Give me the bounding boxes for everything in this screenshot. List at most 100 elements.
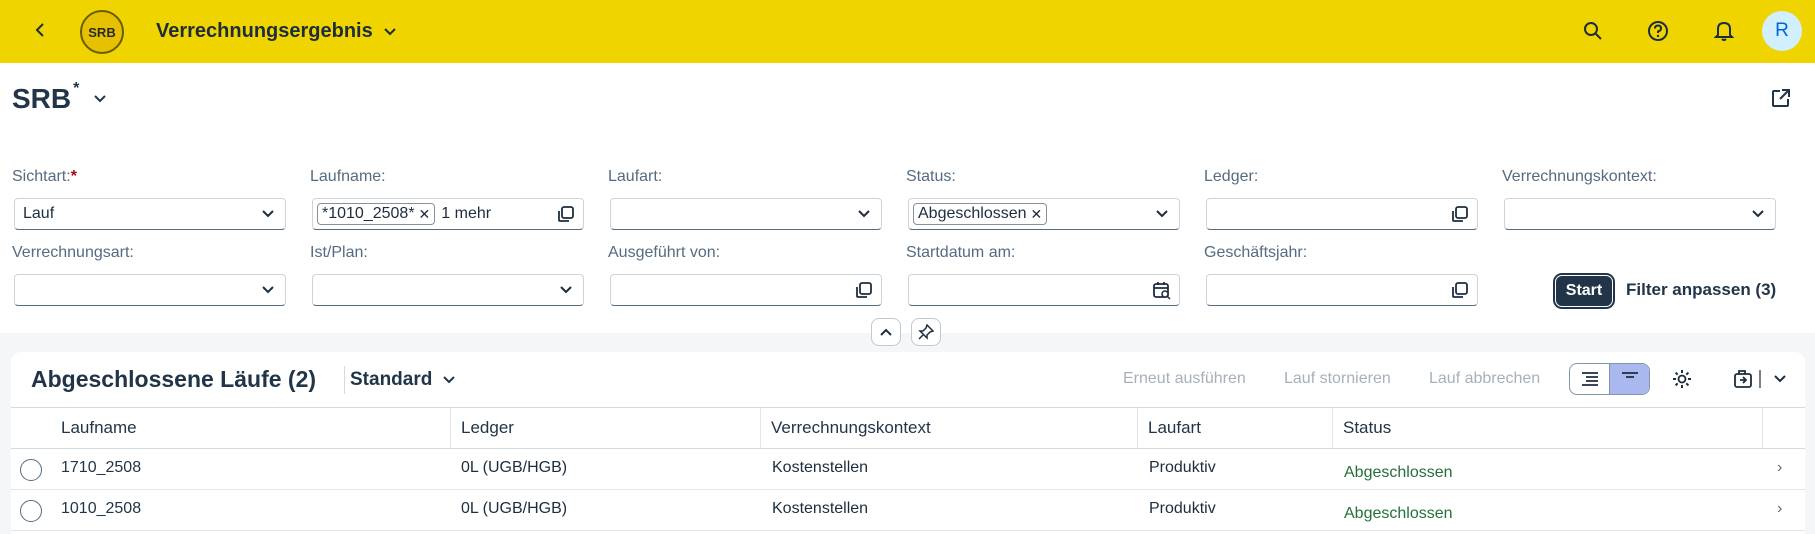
- back-button[interactable]: [28, 18, 52, 42]
- row-select-radio[interactable]: [20, 500, 42, 522]
- token-remove-icon[interactable]: ✕: [1031, 206, 1043, 223]
- table-settings-button[interactable]: [1670, 367, 1694, 391]
- value-help-button[interactable]: [853, 279, 875, 301]
- row-navigation-icon[interactable]: ›: [1777, 459, 1782, 477]
- share-icon: [1772, 89, 1790, 107]
- bell-icon: [1714, 21, 1734, 41]
- cell-laufart: Produktiv: [1149, 500, 1216, 517]
- laufart-label: Laufart:: [608, 168, 663, 185]
- table-row[interactable]: 1010_2508 0L (UGB/HGB) Kostenstellen Pro…: [11, 490, 1805, 531]
- cancel-run-button[interactable]: Lauf stornieren: [1284, 370, 1391, 388]
- share-button[interactable]: [1770, 87, 1794, 111]
- chevron-down-icon: [384, 27, 396, 35]
- ist-plan-label: Ist/Plan:: [310, 244, 368, 261]
- calendar-button[interactable]: [1151, 279, 1173, 301]
- gear-icon: [1673, 370, 1691, 388]
- row-select-radio[interactable]: [20, 459, 42, 481]
- column-header-laufart[interactable]: Laufart: [1138, 408, 1333, 448]
- sichtart-select[interactable]: Lauf: [14, 198, 286, 230]
- status-token[interactable]: Abgeschlossen ✕: [913, 203, 1048, 225]
- value-help-button[interactable]: [1449, 203, 1471, 225]
- verrechnungskontext-select[interactable]: [1504, 198, 1776, 230]
- view-segmented-button[interactable]: [1569, 363, 1650, 395]
- list-indent-icon: [1581, 372, 1598, 386]
- table-title: Abgeschlossene Läufe (2): [31, 366, 317, 392]
- table-variant-name: Standard: [350, 369, 433, 390]
- ausgefuehrt-von-input[interactable]: [610, 274, 882, 306]
- help-button[interactable]: [1643, 16, 1673, 46]
- laufname-label: Laufname:: [310, 168, 386, 185]
- chevron-down-icon: [262, 210, 274, 218]
- rerun-button[interactable]: Erneut ausführen: [1123, 370, 1246, 388]
- adapt-filters-button[interactable]: Filter anpassen (3): [1626, 280, 1776, 300]
- variant-management[interactable]: SRB *: [12, 80, 107, 115]
- variant-name: SRB: [12, 83, 72, 114]
- geschaeftsjahr-label: Geschäftsjahr:: [1204, 244, 1308, 261]
- cell-status: Abgeschlossen: [1344, 464, 1453, 481]
- laufname-token[interactable]: *1010_2508* ✕: [317, 203, 436, 225]
- ledger-input[interactable]: [1206, 198, 1478, 230]
- export-menu-button[interactable]: [1768, 367, 1792, 391]
- row-navigation-icon[interactable]: ›: [1777, 500, 1782, 518]
- value-help-button[interactable]: [555, 203, 577, 225]
- laufart-select[interactable]: [610, 198, 882, 230]
- tree-view-toggle[interactable]: [1570, 364, 1609, 394]
- results-table-panel: Abgeschlossene Läufe (2) Standard Erneut…: [11, 352, 1805, 534]
- toolbar-separator: [1756, 367, 1764, 391]
- calendar-icon: [1153, 282, 1171, 300]
- pin-icon: [918, 324, 934, 340]
- value-help-icon: [1452, 206, 1468, 222]
- app-title-menu[interactable]: Verrechnungsergebnis: [156, 20, 397, 43]
- column-header-laufname[interactable]: Laufname: [51, 408, 451, 448]
- laufname-multiinput[interactable]: *1010_2508* ✕ 1 mehr: [312, 198, 584, 230]
- export-button[interactable]: [1731, 367, 1755, 391]
- table-variant-management[interactable]: Standard: [350, 369, 456, 391]
- cell-ledger: 0L (UGB/HGB): [461, 459, 568, 476]
- status-multicombobox[interactable]: Abgeschlossen ✕: [908, 198, 1180, 230]
- cell-status: Abgeschlossen: [1344, 505, 1453, 522]
- chevron-down-icon: [443, 376, 456, 384]
- startdatum-datepicker[interactable]: [908, 274, 1180, 306]
- chevron-down-icon: [1774, 375, 1786, 383]
- ausgefuehrt-von-label: Ausgeführt von:: [608, 244, 721, 261]
- title-separator: [344, 366, 345, 394]
- column-header-verrechnungskontext[interactable]: Verrechnungskontext: [761, 408, 1138, 448]
- geschaeftsjahr-input[interactable]: [1206, 274, 1478, 306]
- cell-verrechnungskontext: Kostenstellen: [772, 500, 869, 517]
- verrechnungsart-label: Verrechnungsart:: [12, 244, 134, 261]
- cell-laufname: 1710_2508: [61, 459, 142, 476]
- cell-laufname: 1010_2508: [61, 500, 142, 517]
- cell-verrechnungskontext: Kostenstellen: [772, 459, 869, 476]
- cell-laufart: Produktiv: [1149, 459, 1216, 476]
- chevron-down-icon: [560, 286, 572, 294]
- collapse-header-button[interactable]: [871, 318, 901, 346]
- app-title: Verrechnungsergebnis: [156, 20, 373, 42]
- company-logo[interactable]: SRB: [80, 10, 124, 54]
- chevron-up-icon: [880, 328, 892, 336]
- user-avatar[interactable]: R: [1762, 11, 1802, 51]
- sichtart-label: Sichtart:*: [12, 168, 77, 185]
- chevron-left-icon: [35, 23, 44, 37]
- notifications-button[interactable]: [1709, 16, 1739, 46]
- table-header: Laufname Ledger Verrechnungskontext Lauf…: [11, 407, 1805, 449]
- search-icon: [1584, 22, 1602, 40]
- verrechnungsart-select[interactable]: [14, 274, 286, 306]
- pin-header-button[interactable]: [911, 318, 941, 346]
- column-header-status[interactable]: Status: [1333, 408, 1763, 448]
- ledger-label: Ledger:: [1204, 168, 1259, 185]
- value-help-button[interactable]: [1449, 279, 1471, 301]
- chevron-down-icon: [262, 286, 274, 294]
- more-tokens-link[interactable]: 1 mehr: [441, 205, 491, 222]
- shell-bar: SRB Verrechnungsergebnis R: [0, 0, 1815, 63]
- value-help-icon: [558, 206, 574, 222]
- search-button[interactable]: [1578, 16, 1608, 46]
- column-header-ledger[interactable]: Ledger: [451, 408, 761, 448]
- export-icon: [1734, 370, 1752, 388]
- start-button[interactable]: Start: [1553, 273, 1615, 309]
- ist-plan-select[interactable]: [312, 274, 584, 306]
- help-icon: [1648, 21, 1668, 41]
- abort-run-button[interactable]: Lauf abbrechen: [1429, 370, 1540, 388]
- flat-view-toggle[interactable]: [1609, 364, 1649, 394]
- token-remove-icon[interactable]: ✕: [419, 206, 431, 223]
- table-row[interactable]: 1710_2508 0L (UGB/HGB) Kostenstellen Pro…: [11, 449, 1805, 490]
